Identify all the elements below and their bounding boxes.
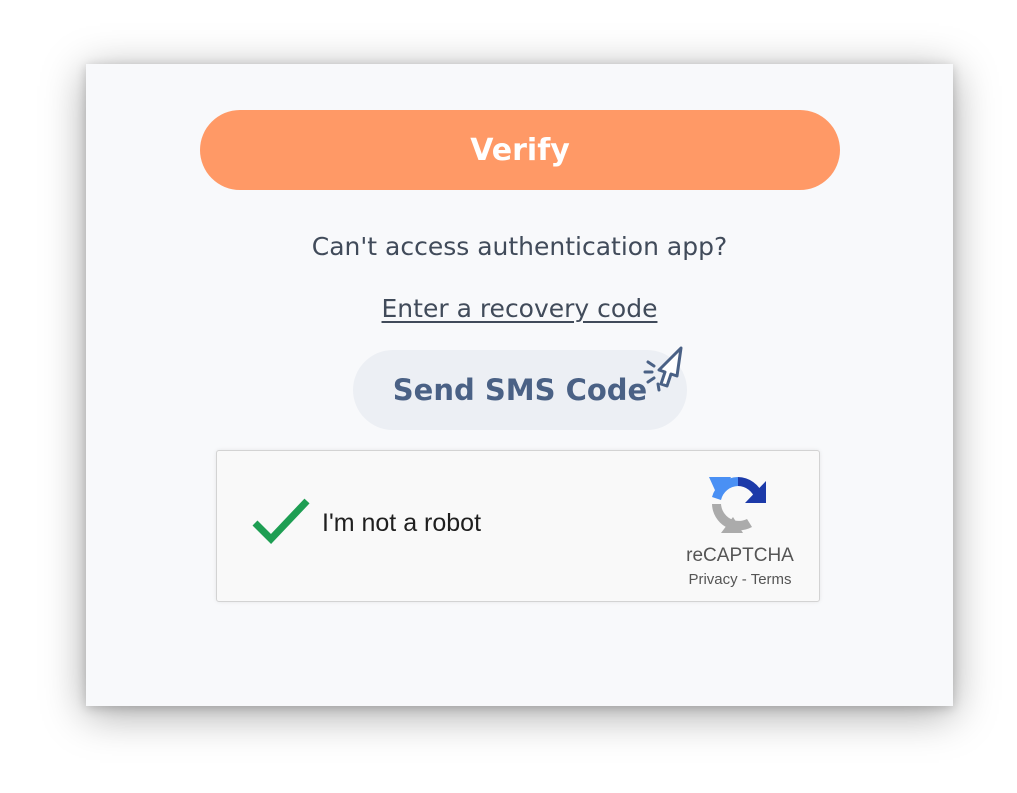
recaptcha-logo-icon: [709, 477, 766, 533]
verification-card: Verify Can't access authentication app? …: [86, 64, 953, 706]
terms-link[interactable]: Terms: [751, 571, 792, 588]
recaptcha-widget: I'm not a robot reCAPTCHA Privacy - Term…: [216, 450, 820, 602]
recaptcha-brand: reCAPTCHA: [686, 545, 794, 566]
recaptcha-legal: Privacy - Terms: [673, 571, 807, 588]
verify-button[interactable]: Verify: [200, 110, 840, 190]
auth-app-question: Can't access authentication app?: [311, 232, 728, 261]
click-cursor-icon: [643, 346, 683, 392]
privacy-link[interactable]: Privacy: [688, 571, 737, 588]
recovery-code-link-row: Enter a recovery code: [86, 294, 953, 323]
send-sms-code-button[interactable]: Send SMS Code: [353, 350, 687, 430]
legal-separator: -: [737, 571, 751, 588]
not-a-robot-label: I'm not a robot: [322, 509, 482, 537]
send-sms-code-label: Send SMS Code: [392, 373, 648, 407]
recovery-code-link[interactable]: Enter a recovery code: [382, 294, 658, 323]
checkmark-icon[interactable]: [251, 497, 311, 545]
